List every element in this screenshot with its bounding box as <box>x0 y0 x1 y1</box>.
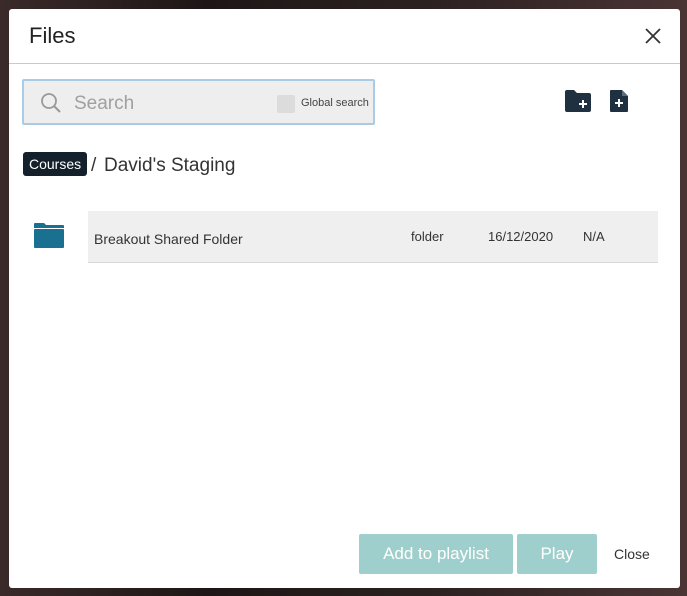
file-date: 16/12/2020 <box>488 229 554 244</box>
folder-plus-icon[interactable] <box>564 89 592 113</box>
search-box: Global search <box>22 79 375 125</box>
add-to-playlist-button[interactable]: Add to playlist <box>359 534 513 574</box>
file-plus-icon[interactable] <box>609 89 629 113</box>
breadcrumb-current: David's Staging <box>104 155 236 176</box>
close-button[interactable]: Close <box>614 546 650 562</box>
breadcrumb-separator: / <box>91 155 97 176</box>
close-icon[interactable] <box>643 26 663 46</box>
file-name: Breakout Shared Folder <box>94 231 243 247</box>
search-input[interactable] <box>72 89 266 119</box>
global-search-checkbox[interactable] <box>277 95 295 113</box>
global-search-label: Global search <box>301 97 369 109</box>
file-size: N/A <box>583 229 605 244</box>
files-dialog: Files Global search Courses / David's St… <box>9 9 680 588</box>
file-row[interactable]: Breakout Shared Folder folder 16/12/2020… <box>88 211 658 263</box>
file-type: folder <box>411 229 444 244</box>
dialog-title: Files <box>29 23 76 48</box>
breadcrumb-root[interactable]: Courses <box>23 152 88 176</box>
folder-icon[interactable] <box>33 222 65 249</box>
search-icon <box>41 93 61 113</box>
dialog-header: Files <box>9 9 680 64</box>
play-button[interactable]: Play <box>517 534 597 574</box>
